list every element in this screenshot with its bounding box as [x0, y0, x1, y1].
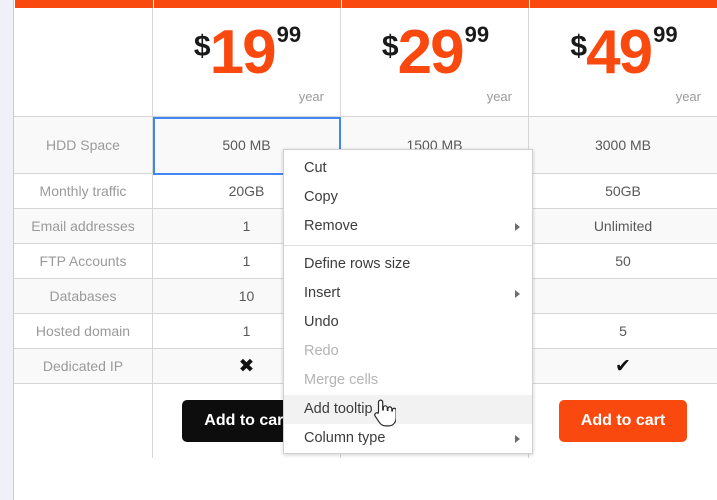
menu-item-insert[interactable]: Insert	[284, 279, 532, 308]
add-to-cart-button-plan-3[interactable]: Add to cart	[559, 400, 687, 442]
menu-item-merge-cells: Merge cells	[284, 366, 532, 395]
price-cents: 99	[653, 22, 677, 47]
menu-item-undo[interactable]: Undo	[284, 308, 532, 337]
menu-item-label: Undo	[304, 314, 339, 330]
row-label-monthly-traffic: Monthly traffic	[14, 174, 153, 209]
currency-symbol: $	[194, 30, 210, 63]
cell-hdd-space-plan-3[interactable]: 3000 MB	[529, 117, 717, 174]
footer-corner-cell	[14, 384, 153, 458]
cell-email-addresses-plan-3[interactable]: Unlimited	[529, 209, 717, 244]
chevron-right-icon	[515, 223, 520, 231]
price-header-row: $1999 year $2999 year $4999 year	[14, 8, 717, 117]
context-menu[interactable]: Cut Copy Remove Define rows size Insert …	[283, 149, 533, 454]
cell-databases-plan-3[interactable]	[529, 279, 717, 314]
price-plan-1: $1999 year	[153, 8, 340, 103]
menu-item-define-rows-size[interactable]: Define rows size	[284, 250, 532, 279]
row-label-email-addresses: Email addresses	[14, 209, 153, 244]
cell-hosted-domain-plan-3[interactable]: 5	[529, 314, 717, 349]
menu-item-remove[interactable]: Remove	[284, 212, 532, 241]
price-amount: 19	[210, 18, 275, 87]
row-label-hdd-space: HDD Space	[14, 117, 153, 174]
price-cell-plan-1: $1999 year	[153, 8, 341, 117]
price-cell-plan-3: $4999 year	[529, 8, 717, 117]
price-cents: 99	[465, 22, 489, 47]
row-label-dedicated-ip: Dedicated IP	[14, 349, 153, 384]
menu-item-cut[interactable]: Cut	[284, 154, 532, 183]
menu-separator	[284, 245, 532, 246]
menu-item-label: Redo	[304, 343, 339, 359]
row-label-ftp-accounts: FTP Accounts	[14, 244, 153, 279]
menu-item-copy[interactable]: Copy	[284, 183, 532, 212]
price-plan-3: $4999 year	[529, 8, 717, 103]
cell-ftp-accounts-plan-3[interactable]: 50	[529, 244, 717, 279]
chevron-right-icon	[515, 290, 520, 298]
footer-cell-plan-3: Add to cart	[529, 384, 717, 458]
menu-item-label: Add tooltip	[304, 401, 373, 417]
menu-item-add-tooltip[interactable]: Add tooltip	[284, 395, 532, 424]
menu-item-label: Copy	[304, 189, 338, 205]
menu-item-label: Cut	[304, 160, 327, 176]
price-amount: 49	[586, 18, 651, 87]
chevron-right-icon	[515, 435, 520, 443]
price-period: year	[529, 90, 717, 103]
menu-item-label: Define rows size	[304, 256, 410, 272]
cell-monthly-traffic-plan-3[interactable]: 50GB	[529, 174, 717, 209]
menu-item-redo: Redo	[284, 337, 532, 366]
price-cents: 99	[277, 22, 301, 47]
menu-item-column-type[interactable]: Column type	[284, 424, 532, 453]
price-amount: 29	[398, 18, 463, 87]
menu-item-label: Merge cells	[304, 372, 378, 388]
menu-item-label: Insert	[304, 285, 340, 301]
row-label-databases: Databases	[14, 279, 153, 314]
menu-item-label: Column type	[304, 430, 385, 446]
menu-item-label: Remove	[304, 218, 358, 234]
currency-symbol: $	[570, 30, 586, 63]
currency-symbol: $	[382, 30, 398, 63]
price-period: year	[153, 90, 340, 103]
row-handle-gutter	[0, 0, 14, 500]
cell-dedicated-ip-plan-3[interactable]: ✔	[529, 349, 717, 384]
row-label-hosted-domain: Hosted domain	[14, 314, 153, 349]
price-plan-2: $2999 year	[341, 8, 528, 103]
price-period: year	[341, 90, 528, 103]
price-cell-plan-2: $2999 year	[341, 8, 529, 117]
header-corner-cell	[14, 8, 153, 117]
